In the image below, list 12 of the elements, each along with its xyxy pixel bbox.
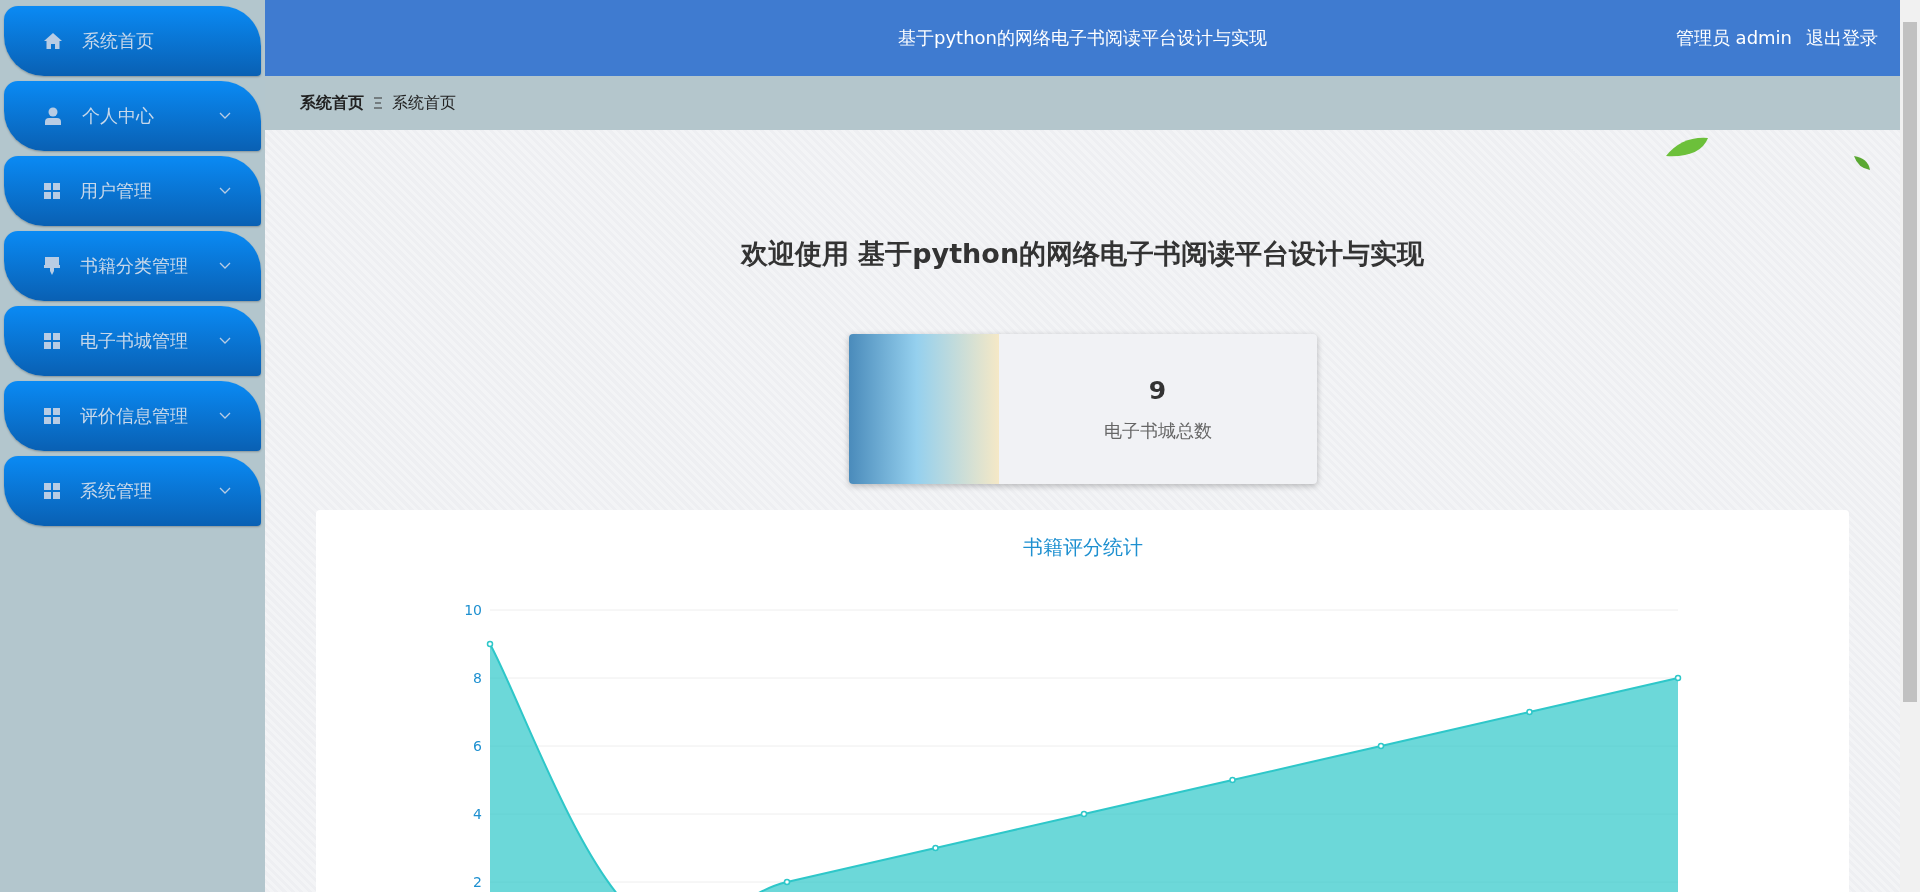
user-label: 管理员 admin <box>1675 26 1792 50</box>
axis-label: 4 <box>473 806 482 822</box>
axis-label: 2 <box>473 874 482 890</box>
chart-title: 书籍评分统计 <box>1022 534 1143 561</box>
stat-value: 9 <box>1148 375 1167 405</box>
app-title: 基于python的网络电子书阅读平台设计与实现 <box>898 26 1267 50</box>
stat-label: 电子书城总数 <box>1103 418 1212 443</box>
axis-label: 6 <box>473 738 482 754</box>
axis-label: 8 <box>473 670 482 686</box>
axis-label: 10 <box>464 602 482 618</box>
breadcrumb-item: 系统首页 <box>392 92 456 114</box>
welcome-heading: 欢迎使用 基于python的网络电子书阅读平台设计与实现 <box>740 237 1425 271</box>
